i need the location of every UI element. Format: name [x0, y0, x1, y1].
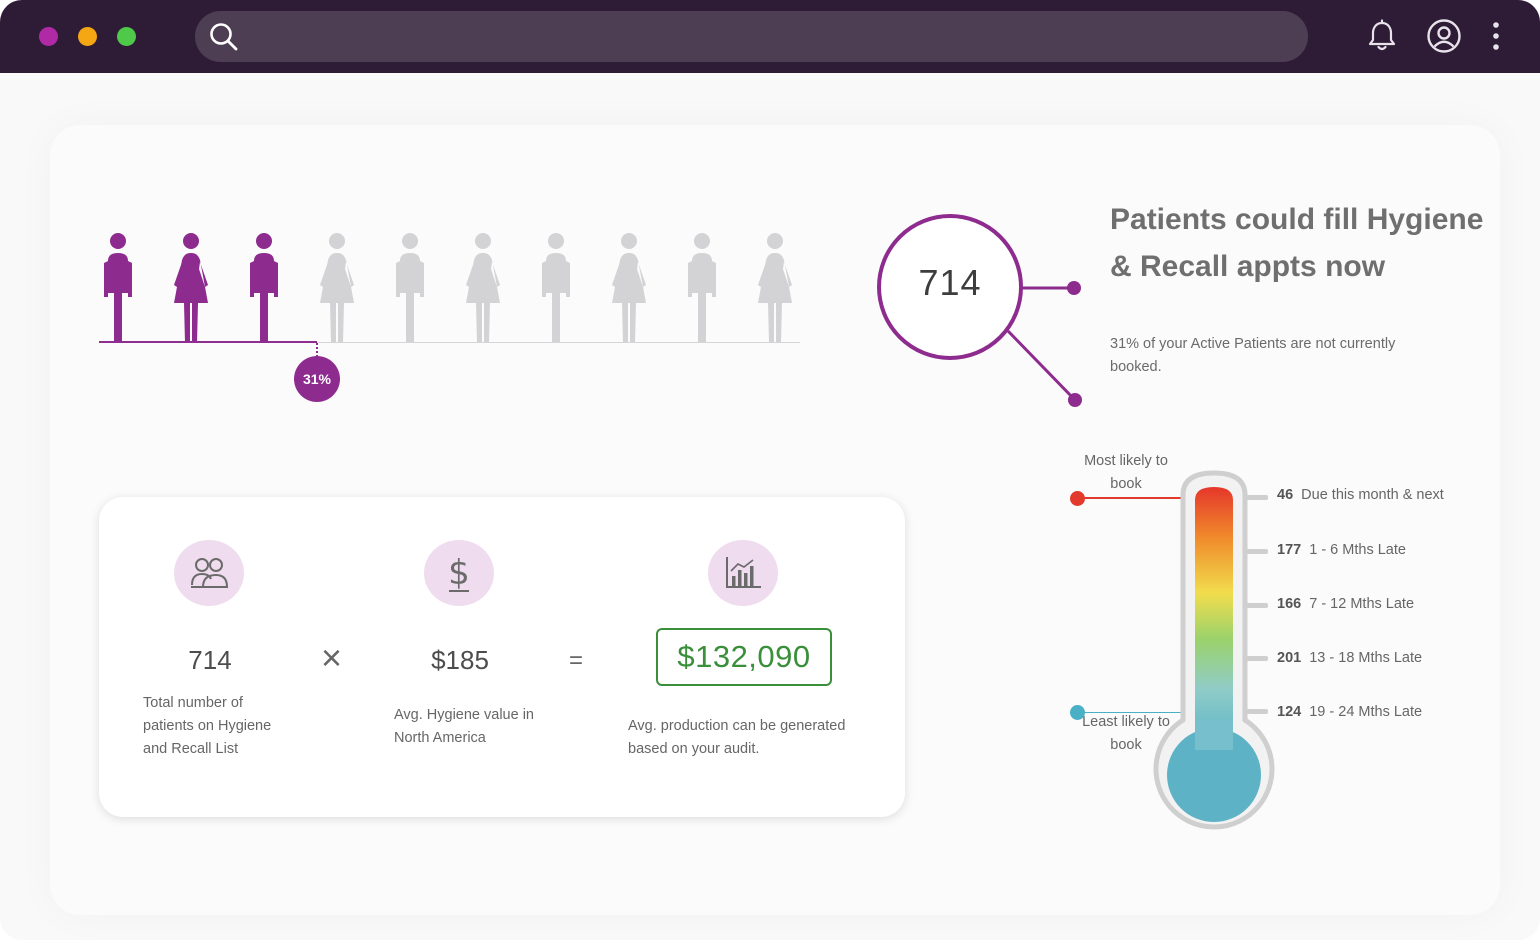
scale-tick: [1246, 495, 1268, 500]
result-value: $132,090: [656, 628, 832, 686]
female-person-icon: [320, 233, 354, 343]
search-icon[interactable]: [208, 21, 240, 53]
search-bar[interactable]: [195, 11, 1308, 62]
user-circle-icon[interactable]: [1426, 18, 1462, 54]
scale-row: 201 13 - 18 Mths Late: [1277, 650, 1422, 666]
hygiene-description: Avg. Hygiene value in North America: [394, 707, 534, 746]
baseline: [317, 342, 800, 343]
hot-marker: [1070, 491, 1085, 506]
scale-label: 13 - 18 Mths Late: [1309, 650, 1423, 666]
female-person-icon: [466, 233, 500, 343]
male-person-icon: [396, 233, 424, 343]
bar-chart-icon-badge: [708, 540, 778, 606]
female-person-icon: [758, 233, 792, 343]
scale-row: 166 7 - 12 Mths Late: [1277, 596, 1414, 612]
scale-tick: [1246, 709, 1268, 714]
patient-figures: [95, 225, 805, 355]
people-icon: [191, 558, 229, 588]
dollar-icon: $: [448, 553, 470, 593]
patients-count: 714: [918, 262, 982, 303]
bell-icon[interactable]: [1364, 18, 1400, 54]
thermometer-graphic: [1153, 470, 1275, 830]
hygiene-value: $185: [431, 645, 489, 675]
male-person-icon: [688, 233, 716, 343]
patients-value: 714: [188, 645, 232, 675]
svg-text:$: $: [448, 553, 470, 593]
scale-count: 201: [1277, 650, 1302, 666]
scale-count: 177: [1277, 542, 1302, 558]
bar-chart-icon: [726, 557, 761, 588]
app-window: 31% 714 Patients could fill Hygiene & Re…: [0, 0, 1540, 940]
female-person-icon: [612, 233, 646, 343]
scale-label: 7 - 12 Mths Late: [1309, 596, 1415, 612]
cold-marker: [1070, 705, 1085, 720]
scale-count: 124: [1277, 704, 1302, 720]
scale-count: 166: [1277, 596, 1302, 612]
close-window-button[interactable]: [39, 27, 58, 46]
male-person-icon: [542, 233, 570, 343]
male-person-icon: [104, 233, 132, 343]
dollar-icon-badge: $: [424, 540, 494, 606]
scale-tick: [1246, 656, 1268, 661]
multiply-symbol: ×: [321, 637, 343, 678]
male-person-icon: [250, 233, 278, 343]
scale-tick: [1246, 549, 1268, 554]
scale-label: 1 - 6 Mths Late: [1309, 542, 1406, 558]
kebab-menu-icon[interactable]: [1478, 18, 1514, 54]
percent-tick: [316, 343, 318, 357]
scale-label: Due this month & next: [1301, 487, 1444, 503]
equals-symbol: =: [569, 647, 584, 674]
scale-count: 46: [1277, 487, 1294, 503]
magnifier-graphic: [877, 214, 1082, 407]
scale-label: 19 - 24 Mths Late: [1309, 704, 1423, 720]
percent-badge: 31%: [294, 356, 340, 402]
maximize-window-button[interactable]: [117, 27, 136, 46]
patients-description: Total number of patients on Hygiene and …: [143, 695, 272, 757]
production-calculator-card: 714 Total number of patients on Hygiene …: [99, 497, 905, 817]
scale-row: 46 Due this month & next: [1277, 487, 1444, 503]
highlighted-baseline: [99, 341, 317, 343]
subtext: 31% of your Active Patients are not curr…: [1110, 336, 1396, 375]
minimize-window-button[interactable]: [78, 27, 97, 46]
people-icon-badge: [174, 540, 244, 606]
scale-row: 177 1 - 6 Mths Late: [1277, 542, 1406, 558]
scale-row: 124 19 - 24 Mths Late: [1277, 704, 1422, 720]
female-person-icon: [174, 233, 208, 343]
scale-tick: [1246, 603, 1268, 608]
headline: Patients could fill Hygiene & Recall app…: [1110, 203, 1484, 283]
title-bar: [0, 0, 1540, 73]
result-description: Avg. production can be generated based o…: [628, 718, 846, 757]
